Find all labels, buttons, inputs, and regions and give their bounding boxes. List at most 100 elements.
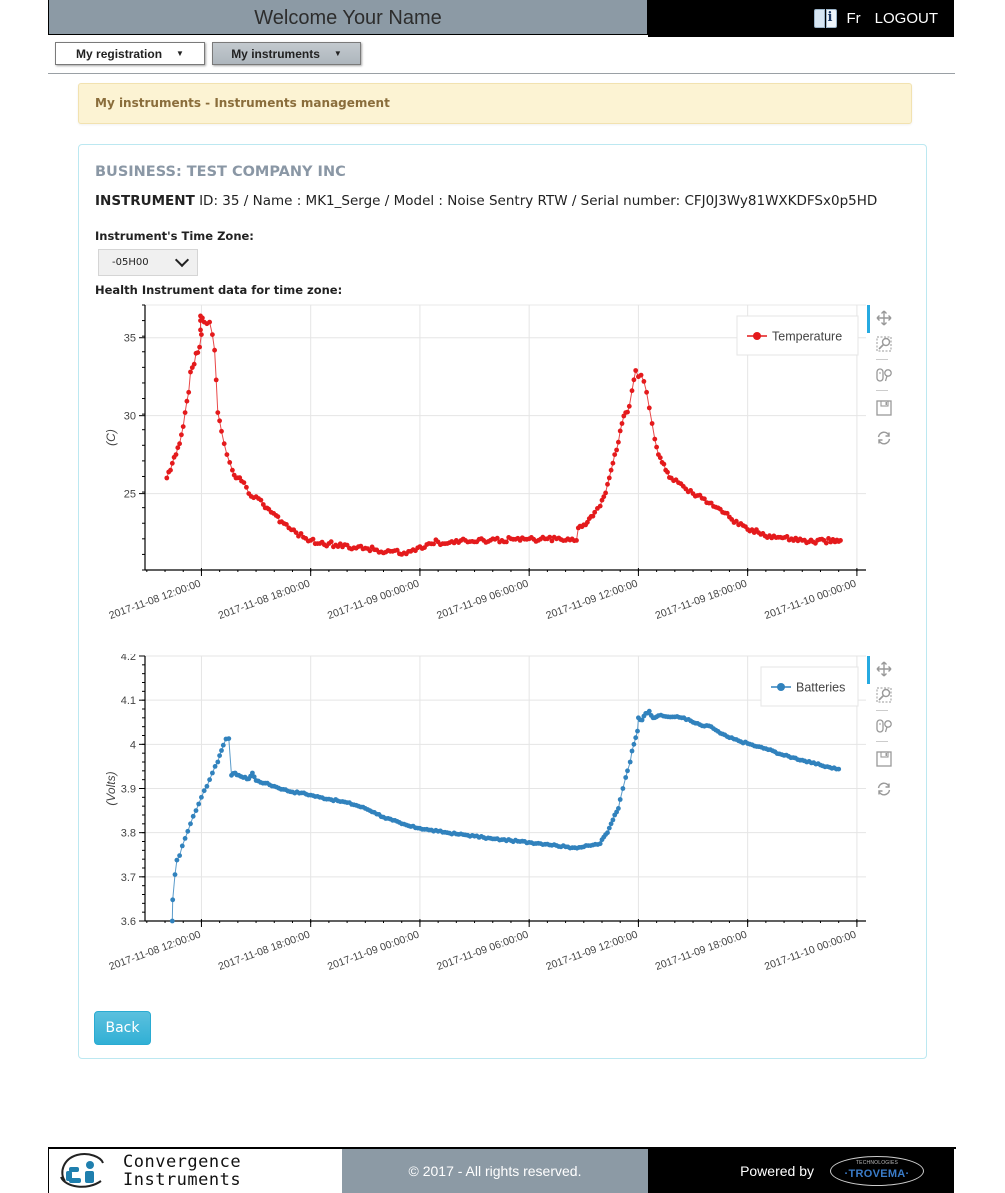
data-point xyxy=(626,403,632,409)
data-point xyxy=(649,421,655,426)
x-tick-label: 2017-11-10 00:00:00 xyxy=(763,928,858,972)
box-zoom-icon xyxy=(876,336,892,352)
data-point xyxy=(186,389,192,395)
data-point xyxy=(633,368,639,373)
x-tick-label: 2017-11-08 18:00:00 xyxy=(217,928,312,972)
x-tick-label: 2017-11-09 18:00:00 xyxy=(654,577,749,621)
data-point xyxy=(219,428,224,434)
logo-line-2: Instruments xyxy=(123,1170,242,1190)
data-point xyxy=(215,759,221,765)
trovema-logo[interactable]: TECHNOLOGIES ·TROVEMA· xyxy=(830,1156,924,1186)
data-point xyxy=(173,452,179,457)
temperature-chart-svg[interactable]: 25 30 35 2017-11-08 12:00:00 2017-11-08 18:0… xyxy=(79,303,869,633)
data-point xyxy=(275,514,281,519)
caret-down-icon: ▼ xyxy=(333,49,342,58)
instrument-label: INSTRUMENT xyxy=(95,193,195,209)
data-point xyxy=(646,708,652,714)
box-zoom-tool-button[interactable] xyxy=(871,331,897,357)
x-tick-label: 2017-11-08 18:00:00 xyxy=(217,577,312,621)
x-tick-label: 2017-11-09 00:00:00 xyxy=(326,928,421,972)
data-point xyxy=(661,461,667,467)
x-tick-label: 2017-11-09 18:00:00 xyxy=(654,928,749,972)
data-point xyxy=(823,540,829,546)
batteries-chart[interactable]: 3.6 3.7 3.8 3.9 4 4.1 4.2 2017-11-08 12:00:00 20… xyxy=(79,654,892,984)
legend-label: Temperature xyxy=(772,330,842,344)
data-point xyxy=(614,447,619,453)
x-tick-label: 2017-11-09 00:00:00 xyxy=(326,577,421,621)
instrument-panel: BUSINESS: TEST COMPANY INC INSTRUMENT ID… xyxy=(78,144,927,1059)
data-point xyxy=(629,748,635,754)
y-tick-label: 25 xyxy=(124,489,136,501)
menu-my-instruments[interactable]: My instruments ▼ xyxy=(212,42,361,65)
save-icon xyxy=(876,400,892,416)
box-zoom-tool-button[interactable] xyxy=(871,682,897,708)
toolbar-separator xyxy=(876,359,888,360)
logout-link[interactable]: LOGOUT xyxy=(875,10,938,27)
reset-icon xyxy=(877,431,891,445)
data-point xyxy=(612,452,618,457)
data-point xyxy=(627,759,633,765)
data-point xyxy=(190,813,196,819)
page-breadcrumb-alert: My instruments - Instruments management xyxy=(78,83,912,124)
data-point xyxy=(212,347,218,353)
data-point xyxy=(623,775,629,780)
menu-label: My registration xyxy=(76,46,163,61)
x-tick-label: 2017-11-09 06:00:00 xyxy=(435,928,530,972)
menu-my-registration[interactable]: My registration ▼ xyxy=(55,42,205,65)
data-point xyxy=(199,794,204,800)
box-zoom-icon xyxy=(876,687,892,703)
data-point xyxy=(197,344,202,350)
data-point xyxy=(619,421,625,426)
data-point xyxy=(504,539,509,545)
data-point xyxy=(182,836,188,841)
data-point xyxy=(657,455,663,461)
powered-by-label: Powered by xyxy=(740,1163,814,1179)
save-tool-button[interactable] xyxy=(871,746,897,772)
data-point xyxy=(638,372,644,378)
data-point xyxy=(606,475,612,481)
active-tool-indicator xyxy=(867,305,870,333)
data-point xyxy=(177,441,182,447)
data-point xyxy=(605,481,610,487)
data-point xyxy=(310,536,316,542)
book-info-icon[interactable]: i xyxy=(814,8,838,30)
data-point xyxy=(179,432,184,438)
data-point xyxy=(620,786,626,791)
data-point xyxy=(603,490,608,496)
data-point xyxy=(652,436,658,442)
legend: Batteries xyxy=(760,666,859,707)
batteries-chart-svg[interactable]: 3.6 3.7 3.8 3.9 4 4.1 4.2 2017-11-08 12:00:00 20… xyxy=(79,654,869,984)
timezone-select[interactable]: -05H00 xyxy=(98,249,198,276)
data-point xyxy=(606,825,612,831)
y-tick-label: 4.1 xyxy=(121,695,136,707)
data-point xyxy=(631,741,637,747)
data-point xyxy=(617,428,623,434)
pan-icon xyxy=(876,661,892,677)
data-point xyxy=(217,753,223,758)
data-point xyxy=(610,817,616,823)
reset-tool-button[interactable] xyxy=(871,776,897,802)
language-link[interactable]: Fr xyxy=(846,10,860,27)
data-point xyxy=(180,424,186,429)
data-point xyxy=(184,398,190,404)
data-point xyxy=(164,475,170,481)
pan-icon xyxy=(876,310,892,326)
back-button[interactable]: Back xyxy=(94,1011,151,1045)
data-point xyxy=(625,768,630,774)
data-point xyxy=(170,897,176,903)
y-tick-label: 30 xyxy=(124,411,136,423)
pan-tool-button[interactable] xyxy=(871,305,897,331)
pan-tool-button[interactable] xyxy=(871,656,897,682)
data-point xyxy=(172,872,178,877)
reset-tool-button[interactable] xyxy=(871,425,897,451)
logo-line-1: Convergence xyxy=(123,1152,242,1172)
x-tick-label: 2017-11-08 12:00:00 xyxy=(107,577,202,621)
temperature-chart[interactable]: 25 30 35 2017-11-08 12:00:00 2017-11-08 18:0… xyxy=(79,303,892,633)
wheel-zoom-tool-button[interactable] xyxy=(871,713,897,739)
data-point xyxy=(204,783,210,789)
save-tool-button[interactable] xyxy=(871,395,897,421)
data-point xyxy=(616,806,621,811)
wheel-zoom-tool-button[interactable] xyxy=(871,362,897,388)
data-point xyxy=(193,808,199,813)
business-title: BUSINESS: TEST COMPANY INC xyxy=(95,164,346,180)
